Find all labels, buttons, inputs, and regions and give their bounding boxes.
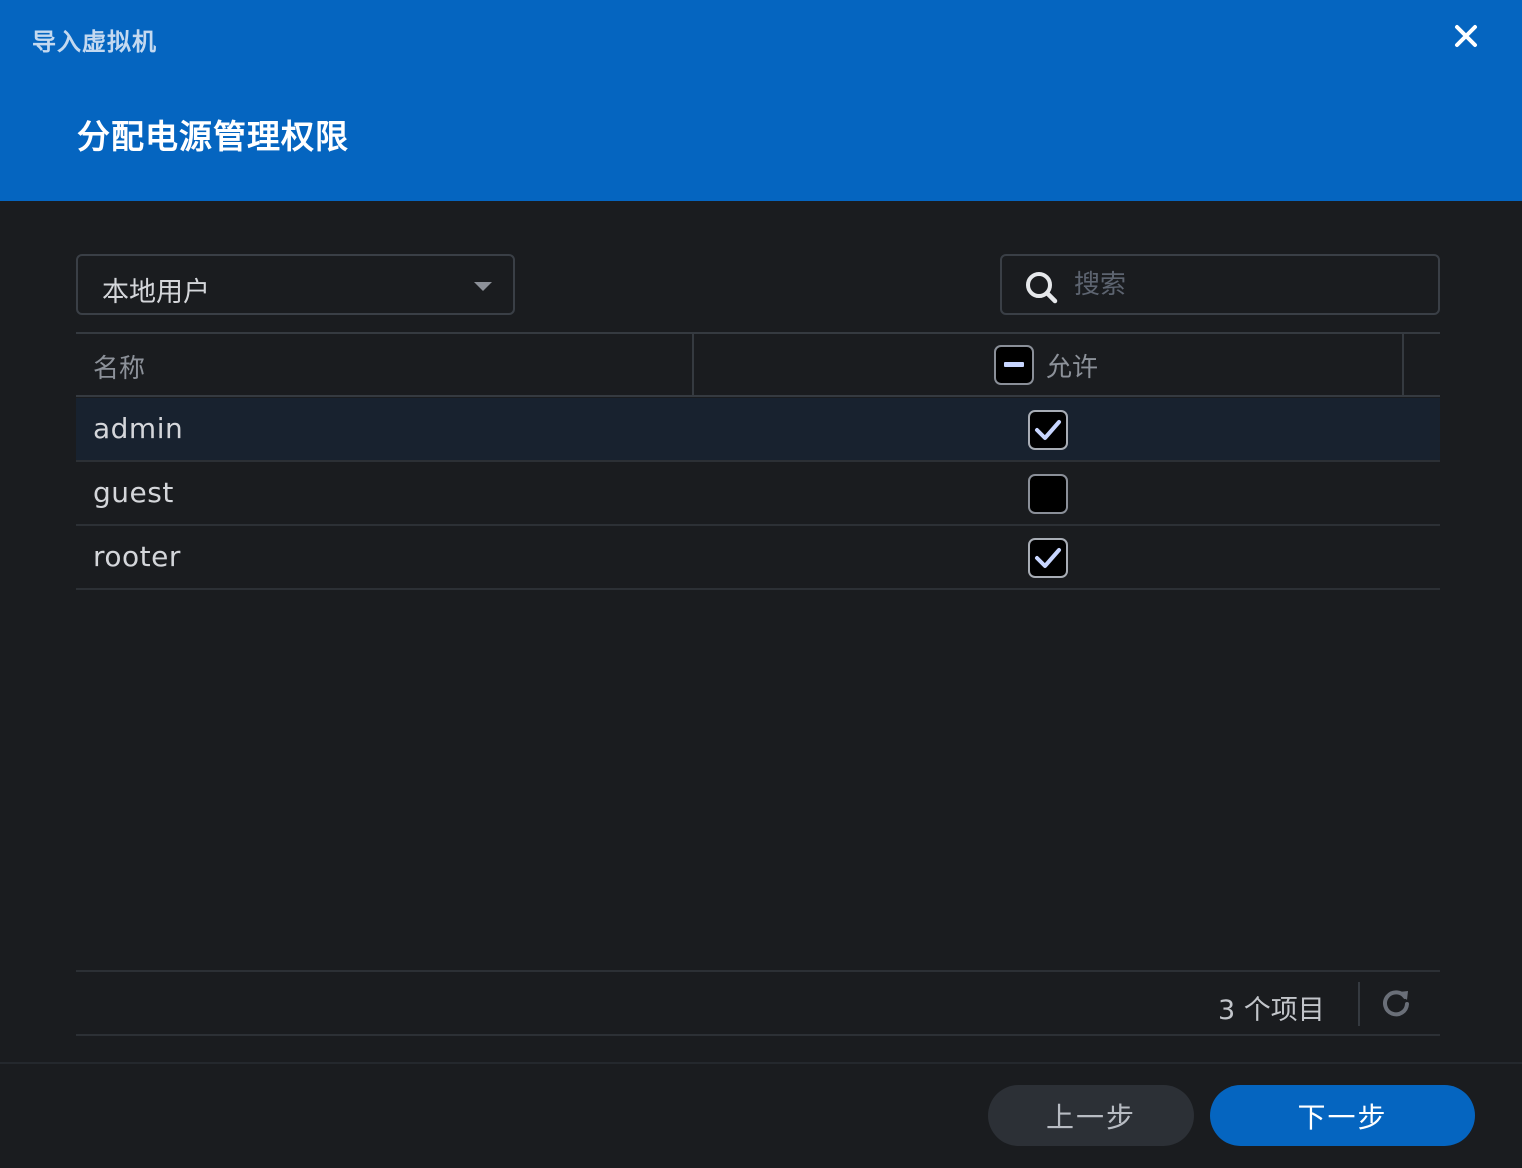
footer-divider: [1358, 982, 1360, 1026]
next-button[interactable]: 下一步: [1210, 1085, 1475, 1146]
import-vm-dialog: 导入虚拟机 分配电源管理权限 本地用户 名称 允许: [0, 0, 1522, 1168]
item-count: 3 个项目: [1218, 995, 1325, 1026]
checkmark-icon: [1035, 420, 1061, 440]
window-title: 导入虚拟机: [32, 28, 157, 56]
row-user-name: rooter: [93, 540, 181, 573]
column-divider[interactable]: [1402, 334, 1404, 396]
column-header-allow: 允许: [994, 344, 1098, 386]
minus-icon: [1004, 362, 1024, 367]
dialog-header: 导入虚拟机 分配电源管理权限: [0, 0, 1522, 201]
grid-header: 名称 允许: [76, 334, 1440, 397]
step-title: 分配电源管理权限: [77, 117, 349, 156]
user-type-value: 本地用户: [102, 277, 210, 308]
table-row[interactable]: admin: [76, 398, 1440, 462]
select-all-checkbox[interactable]: [994, 345, 1034, 385]
table-row[interactable]: rooter: [76, 526, 1440, 590]
user-type-select[interactable]: 本地用户: [76, 254, 515, 315]
close-icon: [1455, 25, 1477, 47]
search-box[interactable]: [1000, 254, 1440, 315]
column-divider[interactable]: [692, 334, 694, 396]
column-header-name[interactable]: 名称: [93, 348, 145, 385]
row-user-name: guest: [93, 476, 174, 509]
column-header-allow-label: 允许: [1046, 352, 1099, 383]
dialog-footer-divider: [0, 1062, 1522, 1064]
grid-footer-bottom-divider: [76, 1034, 1440, 1036]
caret-down-icon: [474, 282, 492, 291]
grid-footer-divider: [76, 970, 1440, 972]
allow-checkbox[interactable]: [1028, 474, 1068, 514]
refresh-icon[interactable]: [1379, 986, 1413, 1020]
search-icon: [1026, 272, 1058, 304]
search-input[interactable]: [1074, 264, 1424, 306]
allow-checkbox[interactable]: [1028, 538, 1068, 578]
checkmark-icon: [1035, 548, 1061, 568]
table-row[interactable]: guest: [76, 462, 1440, 526]
close-button[interactable]: [1446, 16, 1486, 56]
allow-checkbox[interactable]: [1028, 410, 1068, 450]
back-button[interactable]: 上一步: [988, 1085, 1194, 1146]
row-user-name: admin: [93, 412, 184, 445]
